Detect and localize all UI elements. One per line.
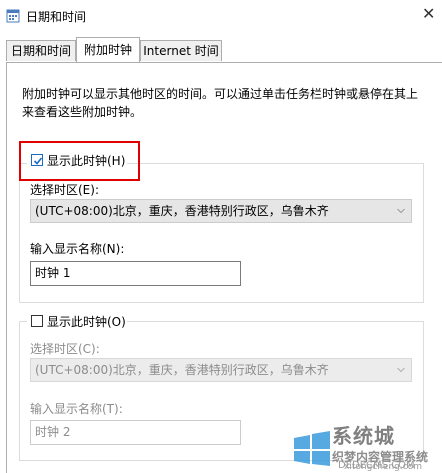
- clock2-timezone-label: 选择时区(C):: [30, 342, 100, 356]
- clock1-name-input[interactable]: 时钟 1: [30, 261, 241, 286]
- windows-logo-icon: [294, 431, 330, 466]
- tab-bar: 日期和时间 附加时钟 Internet 时间: [0, 37, 442, 62]
- watermark-url: xitongcheng.com: [344, 462, 422, 472]
- description-text: 附加时钟可以显示其他时区的时间。可以通过单击任务栏时钟或悬停在其上来查看这些附加…: [22, 87, 419, 119]
- chevron-down-icon: [397, 367, 405, 373]
- clock2-name-input[interactable]: 时钟 2: [30, 420, 241, 445]
- tab-internet-time[interactable]: Internet 时间: [140, 40, 222, 61]
- tab-additional-clocks[interactable]: 附加时钟: [76, 37, 140, 62]
- clock1-name-label: 输入显示名称(N):: [30, 242, 125, 256]
- clock1-timezone-label: 选择时区(E):: [30, 183, 99, 197]
- clock2-timezone-select[interactable]: (UTC+08:00)北京，重庆，香港特别行政区，乌鲁木齐: [30, 358, 412, 382]
- clock2-name-label: 输入显示名称(T):: [30, 402, 123, 416]
- highlight-box: [19, 141, 140, 181]
- clock2-show-label[interactable]: 显示此时钟(O): [47, 313, 126, 330]
- tab-date-time[interactable]: 日期和时间: [6, 40, 76, 61]
- close-icon[interactable]: ✕: [422, 4, 442, 23]
- clock-icon: [6, 9, 20, 23]
- clock1-timezone-select[interactable]: (UTC+08:00)北京，重庆，香港特别行政区，乌鲁木齐: [30, 199, 412, 223]
- watermark-brand: 系统城: [332, 424, 395, 448]
- clock1-timezone-value: (UTC+08:00)北京，重庆，香港特别行政区，乌鲁木齐: [35, 204, 329, 218]
- clock2-checkbox[interactable]: [31, 315, 43, 327]
- clock2-timezone-value: (UTC+08:00)北京，重庆，香港特别行政区，乌鲁木齐: [35, 363, 329, 377]
- title-bar: 日期和时间 ✕: [0, 0, 442, 34]
- chevron-down-icon: [397, 208, 405, 214]
- window-title: 日期和时间: [26, 10, 87, 24]
